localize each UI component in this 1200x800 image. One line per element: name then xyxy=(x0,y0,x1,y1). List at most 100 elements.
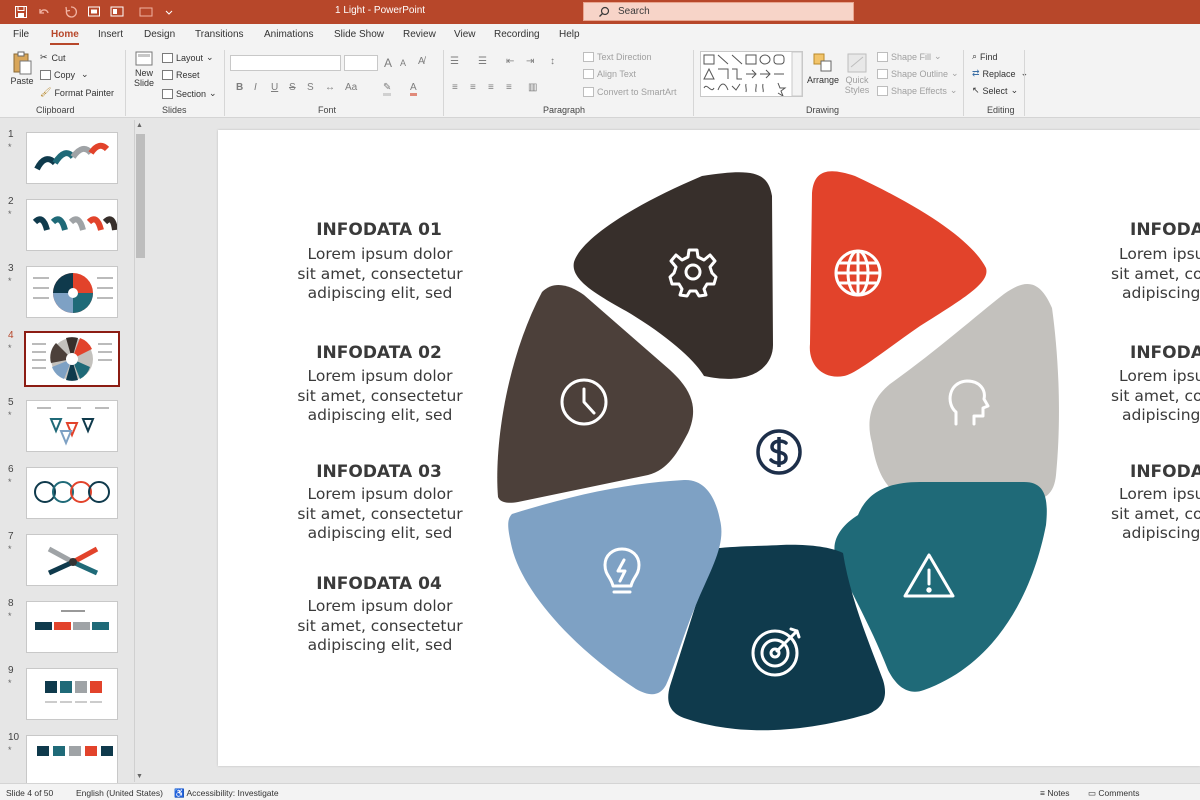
convert-smartart-button[interactable]: Convert to SmartArt xyxy=(583,87,677,97)
presenter-icon[interactable] xyxy=(86,3,102,21)
status-bar: Slide 4 of 50 English (United States) ♿ … xyxy=(0,783,1200,800)
slide-thumbnail-5[interactable] xyxy=(26,400,118,452)
slide-thumbnail-7[interactable] xyxy=(26,534,118,586)
thumb-number: 2 xyxy=(8,196,14,207)
font-color-icon[interactable]: A xyxy=(410,82,417,96)
reset-button[interactable]: Reset xyxy=(162,70,200,80)
save-icon[interactable] xyxy=(12,3,30,21)
numbering-icon[interactable]: ☰ xyxy=(478,56,487,67)
slide-thumbnail-9[interactable] xyxy=(26,668,118,720)
customize-qat-icon[interactable] xyxy=(162,3,176,21)
shape-effects-button[interactable]: Shape Effects ⌄ xyxy=(877,85,957,96)
comments-button[interactable]: ▭ Comments xyxy=(1088,788,1140,799)
highlight-icon[interactable]: ✎ xyxy=(383,82,392,96)
align-center-icon[interactable]: ≡ xyxy=(470,82,476,93)
thumb-star: * xyxy=(8,142,12,152)
font-size-combo[interactable] xyxy=(344,55,378,71)
thumb-number-active: 4 xyxy=(8,330,14,341)
new-slide-button[interactable]: New Slide xyxy=(131,50,157,88)
format-painter-button[interactable]: 🖌 Format Painter xyxy=(40,87,114,98)
document-title: 1 Light - PowerPoint xyxy=(335,5,426,16)
tab-view[interactable]: View xyxy=(454,29,476,40)
shape-outline-button[interactable]: Shape Outline ⌄ xyxy=(877,68,959,79)
shapes-gallery[interactable] xyxy=(700,51,803,98)
grow-font-button[interactable]: A xyxy=(384,56,392,70)
scroll-down-icon[interactable]: ▼ xyxy=(136,773,143,780)
copy-button[interactable]: Copy ⌄ xyxy=(40,69,89,80)
select-button[interactable]: ↖ Select ⌄ xyxy=(972,85,1018,96)
find-button[interactable]: ⌕ Find xyxy=(972,51,998,62)
shape-effects-label: Shape Effects xyxy=(891,85,947,96)
thumb-number: 1 xyxy=(8,129,14,140)
group-divider xyxy=(125,50,126,116)
strikethrough-button[interactable]: S xyxy=(289,82,296,93)
tab-review[interactable]: Review xyxy=(403,29,436,40)
format-painter-label: Format Painter xyxy=(54,87,114,98)
clear-format-icon[interactable]: A̸ xyxy=(418,56,425,67)
cut-button[interactable]: ✂ Cut xyxy=(40,52,66,63)
change-case-icon[interactable]: Aa xyxy=(345,82,357,93)
decrease-indent-icon[interactable]: ⇤ xyxy=(506,56,514,67)
line-spacing-icon[interactable]: ↕ xyxy=(550,56,555,67)
thumbnail-scrollbar[interactable]: ▲ ▼ xyxy=(134,120,146,782)
accessibility-checker[interactable]: ♿ Accessibility: Investigate xyxy=(174,788,279,799)
language-indicator[interactable]: English (United States) xyxy=(76,788,163,798)
redo-icon[interactable] xyxy=(62,3,80,21)
slide-thumbnail-10[interactable] xyxy=(26,735,118,783)
globe-icon xyxy=(834,249,882,297)
find-icon: ⌕ xyxy=(972,51,978,61)
shape-qat-icon[interactable] xyxy=(134,3,158,21)
tab-animations[interactable]: Animations xyxy=(264,29,313,40)
layout-button[interactable]: Layout ⌄ xyxy=(162,52,214,63)
bullets-icon[interactable]: ☰ xyxy=(450,56,459,67)
slideshow-from-start-icon[interactable] xyxy=(106,3,128,21)
layout-label: Layout xyxy=(176,52,204,63)
font-name-combo[interactable] xyxy=(230,55,341,71)
shrink-font-button[interactable]: A xyxy=(400,58,406,68)
tab-insert[interactable]: Insert xyxy=(98,29,123,40)
bold-button[interactable]: B xyxy=(236,82,243,93)
quick-styles-button[interactable]: Quick Styles xyxy=(842,51,872,95)
tab-design[interactable]: Design xyxy=(144,29,175,40)
justify-icon[interactable]: ≡ xyxy=(506,82,512,93)
font-group-label: Font xyxy=(318,105,337,115)
editing-group-label: Editing xyxy=(987,105,1015,115)
tab-home[interactable]: Home xyxy=(51,29,79,40)
arrange-button[interactable]: Arrange xyxy=(807,51,839,85)
tab-file[interactable]: File xyxy=(13,29,29,40)
scroll-thumb[interactable] xyxy=(136,134,145,258)
notes-button[interactable]: ≡ Notes xyxy=(1040,788,1070,798)
reset-icon xyxy=(162,70,173,80)
slide-thumbnail-3[interactable] xyxy=(26,266,118,318)
search-box[interactable]: Search xyxy=(583,2,854,21)
text-direction-button[interactable]: Text Direction xyxy=(583,52,652,62)
tab-transitions[interactable]: Transitions xyxy=(195,29,244,40)
align-right-icon[interactable]: ≡ xyxy=(488,82,494,93)
shape-outline-label: Shape Outline xyxy=(891,68,949,79)
slide[interactable]: INFODATA 01 Lorem ipsum dolor sit amet, … xyxy=(218,130,1200,766)
section-button[interactable]: Section ⌄ xyxy=(162,88,217,99)
undo-icon[interactable] xyxy=(34,3,54,21)
scroll-up-icon[interactable]: ▲ xyxy=(136,122,143,129)
align-text-button[interactable]: Align Text xyxy=(583,69,636,79)
group-divider xyxy=(1024,50,1025,116)
tab-help[interactable]: Help xyxy=(559,29,580,40)
spacing-icon[interactable]: ↔ xyxy=(325,82,335,93)
columns-icon[interactable]: ▥ xyxy=(528,82,537,93)
underline-button[interactable]: U xyxy=(271,82,278,93)
replace-button[interactable]: ⇄Replace⌄ xyxy=(972,68,1028,79)
slide-thumbnail-6[interactable] xyxy=(26,467,118,519)
paste-button[interactable]: Paste xyxy=(10,50,34,86)
slide-thumbnail-8[interactable] xyxy=(26,601,118,653)
tab-recording[interactable]: Recording xyxy=(494,29,540,40)
increase-indent-icon[interactable]: ⇥ xyxy=(526,56,534,67)
shadow-icon[interactable]: S xyxy=(307,82,314,93)
slide-thumbnail-4[interactable] xyxy=(24,331,120,387)
tab-slide-show[interactable]: Slide Show xyxy=(334,29,384,40)
align-left-icon[interactable]: ≡ xyxy=(452,82,458,93)
italic-button[interactable]: I xyxy=(254,82,257,93)
slide-thumbnail-1[interactable] xyxy=(26,132,118,184)
slide-thumbnail-2[interactable] xyxy=(26,199,118,251)
shape-fill-button[interactable]: Shape Fill ⌄ xyxy=(877,51,942,62)
accessibility-label: Accessibility: Investigate xyxy=(186,788,279,798)
